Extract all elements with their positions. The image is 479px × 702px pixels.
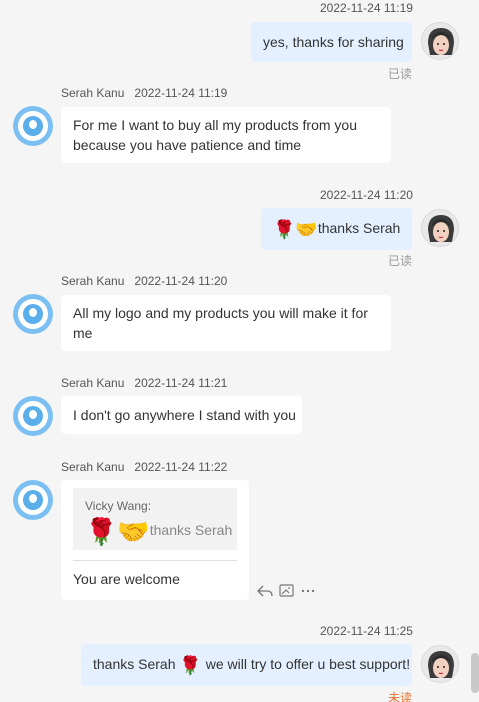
handshake-emoji-icon: 🤝	[295, 219, 318, 240]
incoming-message-bubble[interactable]: All my logo and my products you will mak…	[61, 295, 391, 351]
contact-avatar[interactable]	[13, 106, 53, 146]
my-avatar[interactable]	[421, 22, 459, 60]
scrollbar[interactable]	[471, 653, 479, 693]
message-text: For me I want to buy all my products fro…	[73, 117, 357, 153]
message-text: All my logo and my products you will mak…	[73, 305, 368, 341]
quote-author: Vicky Wang:	[85, 499, 152, 513]
droplet-icon	[23, 304, 43, 324]
unread-status: 未读	[388, 691, 413, 702]
outgoing-message-bubble[interactable]: yes, thanks for sharing	[251, 22, 412, 62]
message-timestamp: 2022-11-24 11:20	[320, 188, 413, 202]
message-text: thanks Serah	[317, 220, 401, 236]
save-image-icon[interactable]	[278, 582, 296, 600]
handshake-emoji-icon: 🤝	[117, 516, 150, 547]
message-timestamp: 2022-11-24 11:20	[134, 274, 228, 288]
my-avatar[interactable]	[421, 209, 459, 247]
message-timestamp: 2022-11-24 11:25	[320, 624, 413, 638]
avatar-photo-icon	[422, 210, 458, 246]
message-text-part: we will try to offer u best support!	[205, 656, 411, 672]
outgoing-message-bubble[interactable]: thanks Serah 🌹 we will try to offer u be…	[81, 644, 412, 686]
contact-avatar[interactable]	[13, 396, 53, 436]
reply-icon[interactable]	[256, 582, 274, 600]
quote-text: 🌹🤝thanks Serah	[85, 516, 233, 547]
message-header: Serah Kanu 2022-11-24 11:20	[61, 274, 227, 288]
outgoing-message-bubble[interactable]: 🌹🤝thanks Serah	[261, 208, 412, 250]
droplet-icon	[23, 406, 43, 426]
sender-name: Serah Kanu	[61, 376, 125, 390]
message-header: Serah Kanu 2022-11-24 11:19	[61, 86, 227, 100]
message-timestamp: 2022-11-24 11:21	[134, 376, 228, 390]
incoming-message-bubble[interactable]: For me I want to buy all my products fro…	[61, 107, 391, 163]
droplet-icon	[23, 116, 43, 136]
sender-name: Serah Kanu	[61, 86, 125, 100]
message-text: I don't go anywhere I stand with you	[73, 407, 296, 423]
message-timestamp: 2022-11-24 11:19	[320, 1, 413, 15]
message-header: Serah Kanu 2022-11-24 11:22	[61, 460, 227, 474]
avatar-photo-icon	[422, 646, 458, 682]
contact-avatar[interactable]	[13, 294, 53, 334]
message-header: Serah Kanu 2022-11-24 11:21	[61, 376, 227, 390]
sender-name: Serah Kanu	[61, 274, 125, 288]
rose-emoji-icon: 🌹	[85, 516, 118, 547]
message-text: You are welcome	[73, 571, 180, 587]
incoming-message-bubble[interactable]: Vicky Wang: 🌹🤝thanks Serah You are welco…	[61, 480, 249, 600]
message-text: yes, thanks for sharing	[263, 34, 404, 50]
read-status: 已读	[388, 67, 413, 81]
my-avatar[interactable]	[421, 645, 459, 683]
contact-avatar[interactable]	[13, 480, 53, 520]
more-icon[interactable]	[299, 582, 317, 600]
read-status: 已读	[388, 254, 413, 268]
message-timestamp: 2022-11-24 11:22	[134, 460, 228, 474]
incoming-message-bubble[interactable]: I don't go anywhere I stand with you	[61, 396, 302, 434]
quoted-message[interactable]: Vicky Wang: 🌹🤝thanks Serah	[73, 488, 237, 550]
droplet-icon	[23, 490, 43, 510]
sender-name: Serah Kanu	[61, 460, 125, 474]
avatar-photo-icon	[422, 23, 458, 59]
rose-emoji-icon: 🌹	[273, 219, 296, 240]
quote-divider	[73, 560, 237, 561]
message-timestamp: 2022-11-24 11:19	[134, 86, 228, 100]
rose-emoji-icon: 🌹	[179, 655, 202, 676]
message-text-part: thanks Serah	[93, 656, 176, 672]
